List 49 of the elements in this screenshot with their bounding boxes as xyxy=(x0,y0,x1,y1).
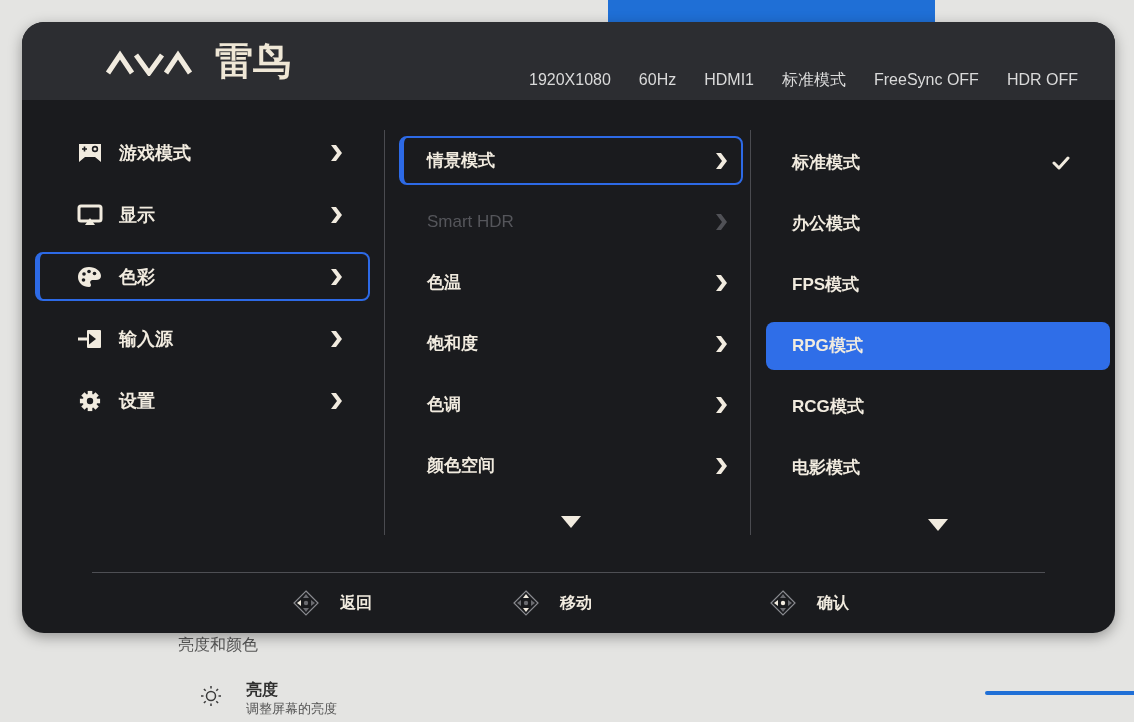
dpad-icon xyxy=(293,590,319,616)
dpad-icon xyxy=(513,590,539,616)
chevron-right-icon xyxy=(330,329,342,348)
setting-description: 调整屏幕的亮度 xyxy=(246,700,337,718)
brand-name: 雷鸟 xyxy=(215,41,291,81)
hint-label: 移动 xyxy=(560,593,592,613)
settings-icon xyxy=(77,389,103,412)
monitor-icon xyxy=(77,203,103,226)
chevron-right-icon xyxy=(715,334,727,353)
palette-icon xyxy=(77,265,103,288)
status-text: 标准模式 xyxy=(782,70,846,90)
chevron-right-icon xyxy=(330,267,342,286)
status-text: 60Hz xyxy=(638,70,677,90)
submenu-item[interactable]: 色调 xyxy=(399,380,743,429)
gamepad-icon xyxy=(77,141,103,164)
chevron-right-icon xyxy=(715,273,727,292)
input-arrow-icon xyxy=(77,327,103,350)
chevron-right-icon xyxy=(715,212,727,231)
menu-item[interactable]: 输入源 xyxy=(35,314,370,363)
hint-label: 确认 xyxy=(817,593,849,613)
chevron-right-icon xyxy=(715,395,727,414)
status-text: 1920X1080 xyxy=(529,70,611,90)
submenu-item[interactable]: 饱和度 xyxy=(399,319,743,368)
option-item[interactable]: 电影模式 xyxy=(766,444,1110,492)
chevron-right-icon xyxy=(330,205,342,224)
status-text: HDR OFF xyxy=(1006,70,1078,90)
hint-label: 返回 xyxy=(340,593,372,613)
option-item[interactable]: RPG模式 xyxy=(766,322,1110,370)
setting-title: 亮度 xyxy=(246,680,279,700)
chevron-right-icon xyxy=(715,151,727,170)
option-item[interactable]: 办公模式 xyxy=(766,200,1110,248)
option-item[interactable]: 标准模式 xyxy=(766,139,1110,187)
option-item[interactable]: FPS模式 xyxy=(766,261,1110,309)
section-heading: 亮度和颜色 xyxy=(178,636,258,654)
menu-item[interactable]: 设置 xyxy=(35,376,370,425)
menu-item[interactable]: 显示 xyxy=(35,190,370,239)
dpad-icon xyxy=(770,590,796,616)
submenu-item[interactable]: 色温 xyxy=(399,258,743,307)
chevron-right-icon xyxy=(330,391,342,410)
menu-item[interactable]: 游戏模式 xyxy=(35,128,370,177)
status-text: HDMI1 xyxy=(704,70,754,90)
sun-icon xyxy=(200,685,222,707)
status-text: FreeSync OFF xyxy=(874,70,979,90)
chevron-right-icon xyxy=(715,456,727,475)
option-item[interactable]: RCG模式 xyxy=(766,383,1110,431)
submenu-item[interactable]: 情景模式 xyxy=(399,136,743,185)
chevron-right-icon xyxy=(330,143,342,162)
submenu-item[interactable]: 颜色空间 xyxy=(399,441,743,490)
menu-item[interactable]: 色彩 xyxy=(35,252,370,301)
